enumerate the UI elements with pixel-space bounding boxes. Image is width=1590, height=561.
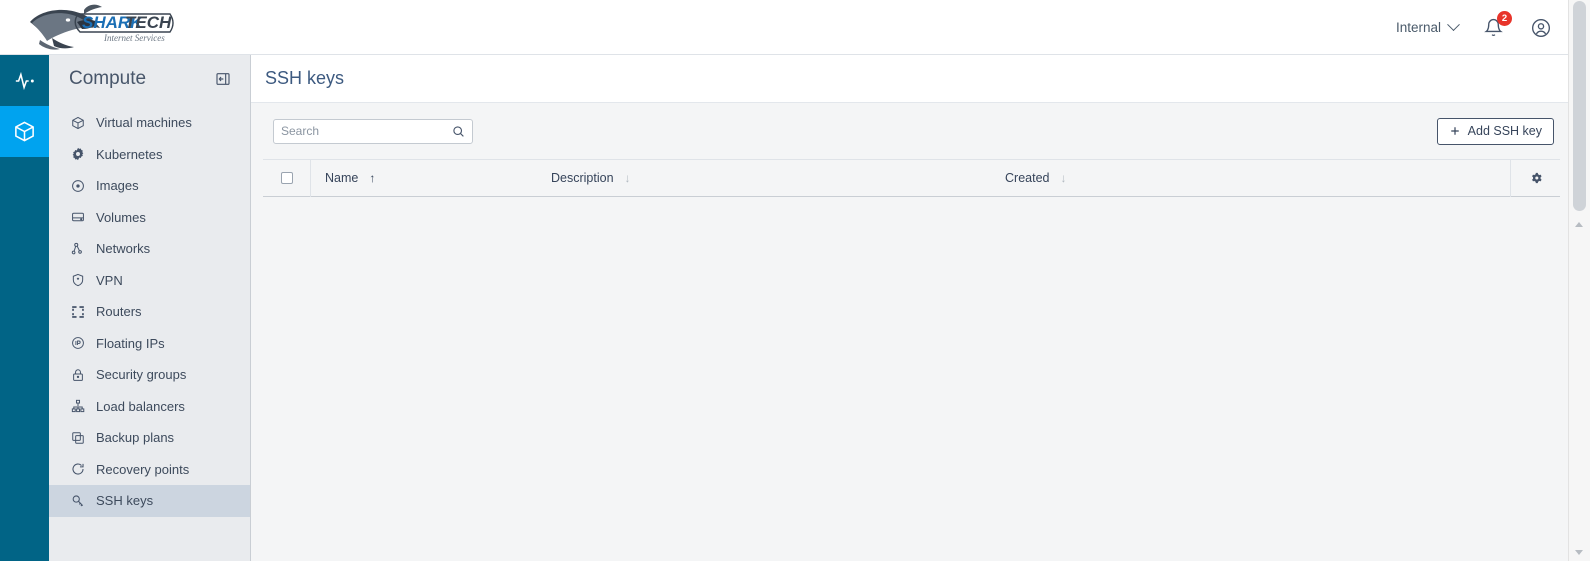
rail-item-monitoring[interactable] (0, 55, 49, 106)
key-icon (70, 493, 85, 508)
sidebar-item-networks[interactable]: Networks (49, 233, 250, 265)
cube-icon (15, 121, 34, 142)
rail-item-compute[interactable] (0, 106, 49, 157)
table-toolbar: Add SSH key (251, 103, 1568, 159)
sidebar-item-label: SSH keys (96, 493, 154, 509)
table-settings-button[interactable] (1510, 159, 1560, 197)
table-header-row: Name ↑ Description ↓ Created ↓ (263, 159, 1560, 197)
sidebar-item-label: Load balancers (96, 398, 185, 414)
ssh-keys-table: Name ↑ Description ↓ Created ↓ (251, 159, 1568, 497)
icon-rail (0, 55, 49, 561)
notification-badge: 2 (1497, 10, 1512, 26)
sidebar-item-routers[interactable]: Routers (49, 296, 250, 328)
sidebar-item-label: Floating IPs (96, 335, 165, 351)
sidebar-item-floating-ips[interactable]: Floating IPs (49, 328, 250, 360)
sidebar-item-security-groups[interactable]: Security groups (49, 359, 250, 391)
page-header: SSH keys (251, 55, 1568, 103)
notifications-button[interactable]: 2 (1480, 10, 1512, 41)
logo-tagline: Internet Services (103, 33, 165, 43)
search-box[interactable] (273, 118, 473, 144)
scroll-up-arrow-icon[interactable] (1575, 222, 1583, 227)
arrow-down-icon[interactable]: ↓ (1060, 172, 1066, 184)
copy-icon (70, 430, 85, 445)
floating-ip-icon (70, 336, 85, 351)
sidebar-item-backup-plans[interactable]: Backup plans (49, 422, 250, 454)
lock-icon (70, 367, 85, 382)
plus-icon (1450, 127, 1459, 135)
activity-pulse-icon (15, 71, 34, 90)
sidebar-item-load-balancers[interactable]: Load balancers (49, 391, 250, 423)
sidebar-title: Compute (69, 68, 147, 89)
vertical-scrollbar[interactable] (1568, 0, 1590, 561)
gear-icon (1531, 172, 1542, 184)
sidebar-item-virtual-machines[interactable]: Virtual machines (49, 107, 250, 139)
add-ssh-key-button[interactable]: Add SSH key (1436, 117, 1554, 145)
sidebar-item-label: Kubernetes (96, 146, 163, 162)
sidebar-item-label: Security groups (96, 367, 187, 383)
sidebar-item-images[interactable]: Images (49, 170, 250, 202)
sidebar-header: Compute (49, 55, 250, 103)
column-label: Description (551, 171, 614, 185)
kubernetes-wheel-icon (70, 147, 85, 162)
column-header-description[interactable]: Description ↓ (551, 159, 1005, 197)
column-header-name[interactable]: Name ↑ (311, 159, 551, 197)
table-body (251, 197, 1568, 497)
column-header-created[interactable]: Created ↓ (1005, 159, 1510, 197)
sidebar-item-label: Networks (96, 241, 151, 257)
column-label: Created (1005, 171, 1050, 185)
sidebar-item-label: Images (96, 178, 139, 194)
scroll-down-arrow-icon[interactable] (1575, 550, 1583, 555)
disc-icon (70, 178, 85, 193)
restore-icon (70, 462, 85, 477)
arrow-down-icon[interactable]: ↓ (625, 172, 631, 184)
sidebar-item-recovery-points[interactable]: Recovery points (49, 454, 250, 486)
select-all-checkbox[interactable] (280, 172, 293, 184)
sidebar-item-ssh-keys[interactable]: SSH keys (49, 485, 250, 517)
logo-text-tech: TECH (125, 13, 172, 32)
top-header: SHARK TECH Internet Services Internal 2 (0, 0, 1568, 55)
user-circle-icon (1532, 18, 1550, 37)
network-nodes-icon (70, 241, 85, 256)
main-content: SSH keys Add SSH key (251, 55, 1568, 561)
sidebar-nav: Virtual machines Kubernetes Images Volum… (49, 103, 250, 517)
select-all-cell (263, 159, 311, 197)
sidebar-item-volumes[interactable]: Volumes (49, 202, 250, 234)
sidebar-item-vpn[interactable]: VPN (49, 265, 250, 297)
sidebar-item-label: Recovery points (96, 461, 190, 477)
collapse-panel-icon[interactable] (215, 71, 231, 87)
tenant-selector[interactable]: Internal (1395, 18, 1460, 35)
sidebar-item-label: Backup plans (96, 430, 175, 446)
arrow-up-icon[interactable]: ↑ (369, 172, 375, 184)
search-icon[interactable] (452, 125, 465, 138)
sidebar-item-label: VPN (96, 272, 123, 288)
cube-icon (70, 115, 85, 130)
add-ssh-key-label: Add SSH key (1467, 124, 1542, 138)
tenant-label: Internal (1395, 20, 1441, 35)
scrollbar-thumb[interactable] (1573, 1, 1586, 211)
sidebar-item-label: Virtual machines (96, 115, 192, 131)
sharktech-logo[interactable]: SHARK TECH Internet Services (22, 2, 182, 52)
search-input[interactable] (281, 124, 452, 138)
chevron-down-icon (1447, 18, 1460, 32)
header-actions: Internal 2 (1396, 0, 1554, 55)
sidebar-item-kubernetes[interactable]: Kubernetes (49, 139, 250, 171)
app-root: SHARK TECH Internet Services Internal 2 (0, 0, 1590, 561)
sidebar-item-label: Volumes (96, 209, 146, 225)
drive-icon (70, 210, 85, 225)
shield-icon (70, 273, 85, 288)
page-title: SSH keys (265, 68, 345, 88)
account-button[interactable] (1528, 15, 1554, 41)
load-balancer-icon (70, 399, 85, 414)
sidebar-item-label: Routers (96, 304, 142, 320)
compute-sidebar: Compute Virtual machines Kubernetes Imag… (49, 55, 251, 561)
column-label: Name (325, 171, 359, 185)
router-icon (70, 304, 85, 319)
